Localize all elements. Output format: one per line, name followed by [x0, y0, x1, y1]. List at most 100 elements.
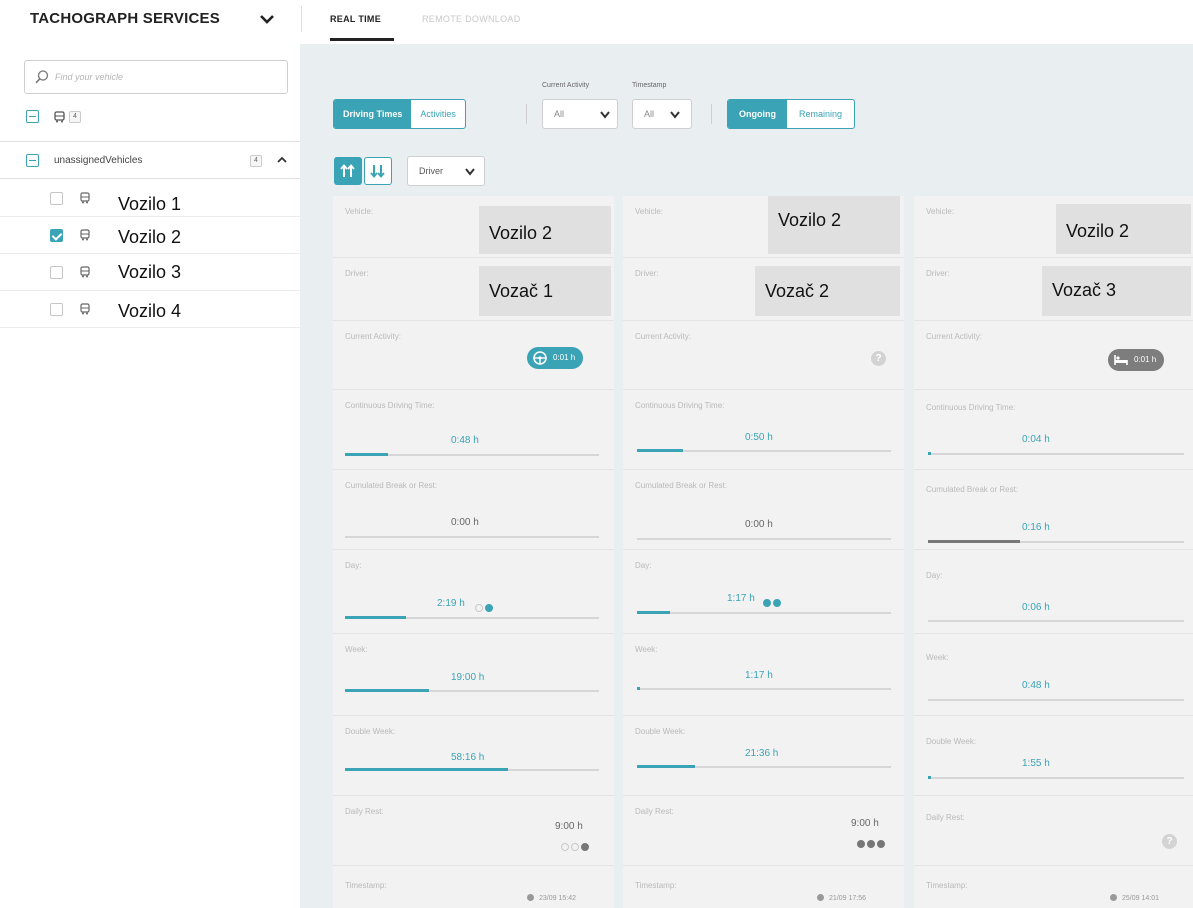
vehicle-row[interactable]: Vozilo 3: [0, 254, 300, 291]
sort-desc-icon: [370, 165, 385, 178]
cumulated-break-value: 0:16 h: [1022, 522, 1050, 533]
double-week-label: Double Week:: [926, 737, 977, 746]
day-value: 1:17 h: [727, 593, 755, 604]
progress-track: [928, 620, 1184, 622]
activity-duration: 0:01 h: [1134, 355, 1157, 364]
driver-label: Driver:: [345, 269, 369, 278]
activities-button[interactable]: Activities: [411, 100, 465, 128]
progress-track: [928, 776, 1184, 779]
mode-toggle: Ongoing Remaining: [727, 99, 856, 129]
driver-value-box: Vozač 3: [1042, 266, 1191, 316]
search-input[interactable]: [55, 68, 275, 86]
current-activity-select[interactable]: All: [542, 99, 618, 129]
daily-rest-value: 9:00 h: [555, 821, 583, 832]
vehicle-section: Vehicle: Vozilo 2: [333, 196, 614, 258]
progress-track: [637, 765, 891, 768]
progress-fill: [637, 611, 671, 614]
unknown-activity-icon: ?: [1162, 834, 1177, 849]
collapse-all-icon[interactable]: [26, 110, 39, 123]
continuous-driving-value: 0:04 h: [1022, 434, 1050, 445]
divider: [526, 104, 527, 124]
timestamp-label: Timestamp:: [635, 881, 677, 890]
search-icon: [35, 70, 49, 84]
vehicle-label: Vehicle:: [926, 207, 955, 216]
vehicle-checkbox[interactable]: [50, 303, 63, 316]
vehicle-name: Vozilo 1: [118, 194, 182, 214]
vehicle-checkbox[interactable]: [50, 266, 63, 279]
app-title: TACHOGRAPH SERVICES: [30, 10, 220, 27]
steering-wheel-icon: [533, 351, 547, 365]
sidebar: 4 unassignedVehicles 4 Vozilo 1 Vozilo 2…: [0, 44, 300, 908]
driving-times-button[interactable]: Driving Times: [334, 100, 412, 128]
divider: [711, 104, 712, 124]
chevron-down-icon[interactable]: [258, 10, 276, 28]
chevron-down-icon: [670, 111, 680, 119]
continuous-driving-section: Continuous Driving Time: 0:48 h: [333, 390, 614, 470]
chevron-up-icon[interactable]: [276, 154, 288, 166]
timestamp-value: 21/09 17:56: [817, 894, 866, 902]
daily-rest-section: Daily Rest: 9:00 h: [333, 796, 614, 866]
week-value: 19:00 h: [451, 672, 485, 683]
remaining-button[interactable]: Remaining: [787, 100, 854, 128]
vehicle-name: Vozilo 4: [118, 301, 182, 321]
current-activity-label: Current Activity:: [926, 332, 983, 341]
daily-rest-value: 9:00 h: [851, 818, 879, 829]
group-by-select[interactable]: Driver: [407, 156, 485, 186]
continuous-driving-label: Continuous Driving Time:: [926, 403, 1016, 412]
timestamp-select[interactable]: All: [632, 99, 692, 129]
collapse-group-icon[interactable]: [26, 154, 39, 167]
select-value: Driver: [419, 166, 443, 176]
daily-rest-label: Daily Rest:: [345, 807, 384, 816]
vehicle-icon: [80, 266, 90, 278]
daily-rest-section: Daily Rest: ?: [914, 796, 1193, 866]
continuous-driving-label: Continuous Driving Time:: [635, 401, 725, 410]
vehicle-section: Vehicle: Vozilo 2: [623, 196, 904, 258]
activity-pill: 0:01 h: [527, 347, 584, 369]
sort-ascending-button[interactable]: [334, 157, 362, 185]
current-activity-label: Current Activity: [542, 82, 590, 89]
timestamp-value: 23/09 15:42: [527, 894, 576, 902]
group-row[interactable]: unassignedVehicles 4: [0, 141, 300, 179]
vehicle-search: [24, 60, 288, 94]
driver-card: Vehicle: Vozilo 2 Driver: Vozač 2 Curren…: [623, 196, 904, 908]
week-section: Week: 1:17 h: [623, 634, 904, 716]
day-label: Day:: [345, 561, 362, 570]
timestamp-section: Timestamp: 23/09 15:42: [333, 866, 614, 908]
ongoing-button[interactable]: Ongoing: [728, 100, 787, 128]
select-value: All: [644, 109, 655, 119]
vehicle-label: Vehicle:: [635, 207, 664, 216]
chevron-down-icon: [600, 111, 610, 119]
cumulated-break-value: 0:00 h: [451, 517, 479, 528]
continuous-driving-value: 0:48 h: [451, 435, 479, 446]
tab-remote-download[interactable]: REMOTE DOWNLOAD: [422, 14, 521, 24]
group-count-badge: 4: [250, 155, 262, 167]
driver-card: Vehicle: Vozilo 2 Driver: Vozač 1 Curren…: [333, 196, 614, 908]
week-section: Week: 0:48 h: [914, 634, 1193, 716]
vehicle-icon: [80, 229, 90, 241]
progress-track: [345, 689, 599, 692]
view-toggle: Driving Times Activities: [333, 99, 466, 129]
week-label: Week:: [926, 653, 949, 662]
double-week-value: 58:16 h: [451, 752, 485, 763]
current-activity-label: Current Activity:: [345, 332, 402, 341]
day-section: Day: 2:19 h: [333, 550, 614, 634]
vehicle-row[interactable]: Vozilo 4: [0, 291, 300, 328]
progress-fill: [928, 776, 931, 779]
tab-real-time[interactable]: REAL TIME: [330, 14, 381, 24]
double-week-value: 21:36 h: [745, 748, 779, 759]
sort-descending-button[interactable]: [364, 157, 392, 185]
clock-icon: [527, 894, 534, 901]
vehicle-row[interactable]: Vozilo 2: [0, 217, 300, 254]
vehicle-checkbox[interactable]: [50, 192, 63, 205]
day-section: Day: 1:17 h: [623, 550, 904, 634]
vehicle-checkbox[interactable]: [50, 229, 63, 242]
timestamp-label: Timestamp:: [926, 881, 968, 890]
bed-icon: [1114, 355, 1128, 365]
vehicle-row[interactable]: Vozilo 1: [0, 180, 300, 217]
active-tab-indicator: [330, 38, 394, 41]
daily-rest-label: Daily Rest:: [635, 807, 674, 816]
double-week-section: Double Week: 58:16 h: [333, 716, 614, 796]
main-panel: Driving Times Activities Current Activit…: [300, 44, 1193, 908]
progress-fill: [928, 452, 931, 455]
driver-value-box: Vozač 1: [479, 266, 611, 316]
